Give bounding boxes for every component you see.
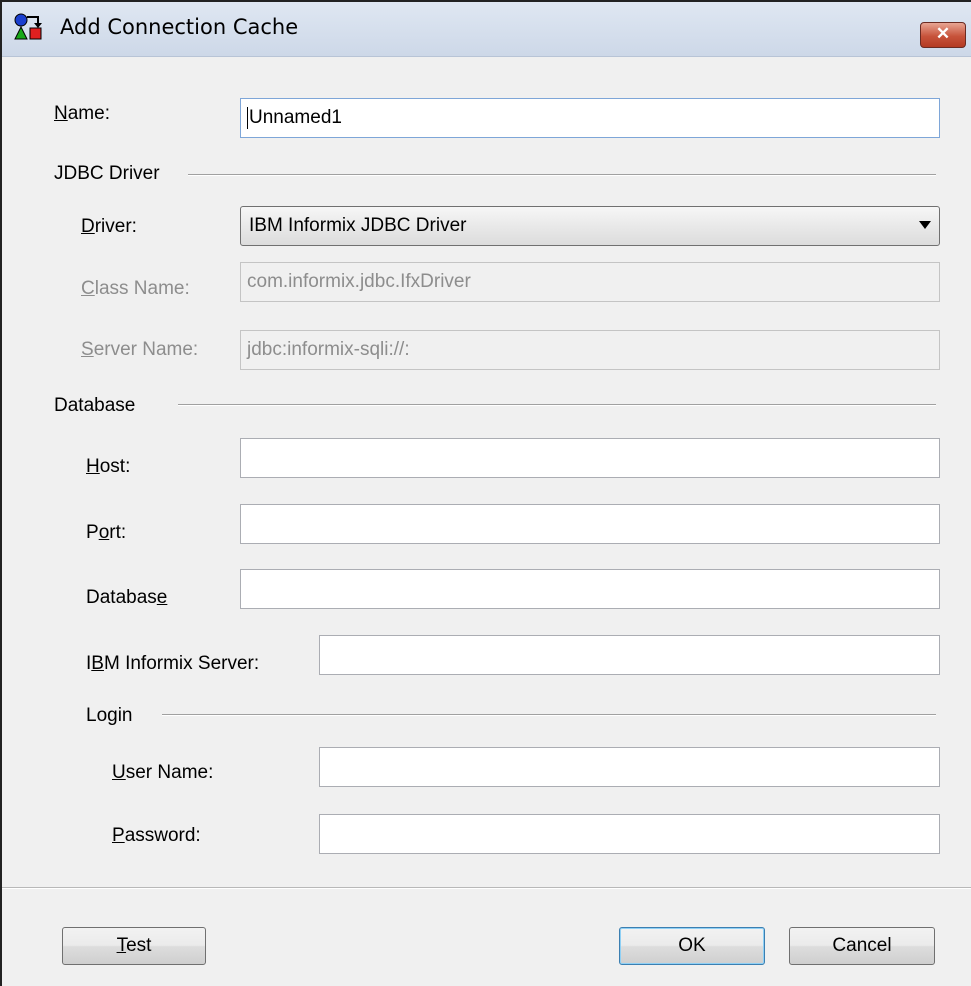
name-input[interactable]: Unnamed1 [240,98,940,138]
informix-server-label: IBM Informix Server: [86,653,260,674]
window-title: Add Connection Cache [60,15,299,39]
ok-button[interactable]: OK [619,927,765,965]
database-input[interactable] [240,569,940,609]
database-heading: Database [54,395,136,416]
class-name-field: com.informix.jdbc.IfxDriver [240,262,940,302]
login-heading: Login [86,705,133,726]
user-name-label: User Name: [112,762,214,783]
host-input[interactable] [240,438,940,478]
driver-select-value: IBM Informix JDBC Driver [249,215,467,236]
host-label: Host: [86,456,131,477]
database-label: Database [86,587,168,608]
server-name-label: Server Name: [81,339,199,360]
close-icon: ✕ [935,24,951,43]
password-input[interactable] [319,814,940,854]
jdbc-driver-heading: JDBC Driver [54,163,160,184]
user-name-input[interactable] [319,747,940,787]
name-input-value: Unnamed1 [249,107,342,128]
chevron-down-icon [919,221,931,229]
jdbc-driver-divider [188,174,936,176]
driver-select[interactable]: IBM Informix JDBC Driver [240,206,940,246]
port-input[interactable] [240,504,940,544]
add-connection-cache-dialog: Add Connection Cache ✕ Name: Unnamed1 JD… [0,0,971,986]
button-bar-separator [2,887,971,889]
server-name-field: jdbc:informix-sqli://: [240,330,940,370]
cancel-button[interactable]: Cancel [789,927,935,965]
test-button[interactable]: Test [62,927,206,965]
password-label: Password: [112,825,201,846]
text-cursor [247,106,248,129]
driver-label: Driver: [81,216,137,237]
name-label: Name: [54,103,110,124]
class-name-label: Class Name: [81,278,190,299]
login-divider [162,714,936,716]
title-bar[interactable]: Add Connection Cache ✕ [2,2,971,57]
connection-cache-icon [14,13,42,40]
server-name-value: jdbc:informix-sqli://: [247,339,410,360]
database-divider [178,404,936,406]
class-name-value: com.informix.jdbc.IfxDriver [247,271,471,292]
close-button[interactable]: ✕ [920,22,966,48]
port-label: Port: [86,522,127,543]
informix-server-input[interactable] [319,635,940,675]
